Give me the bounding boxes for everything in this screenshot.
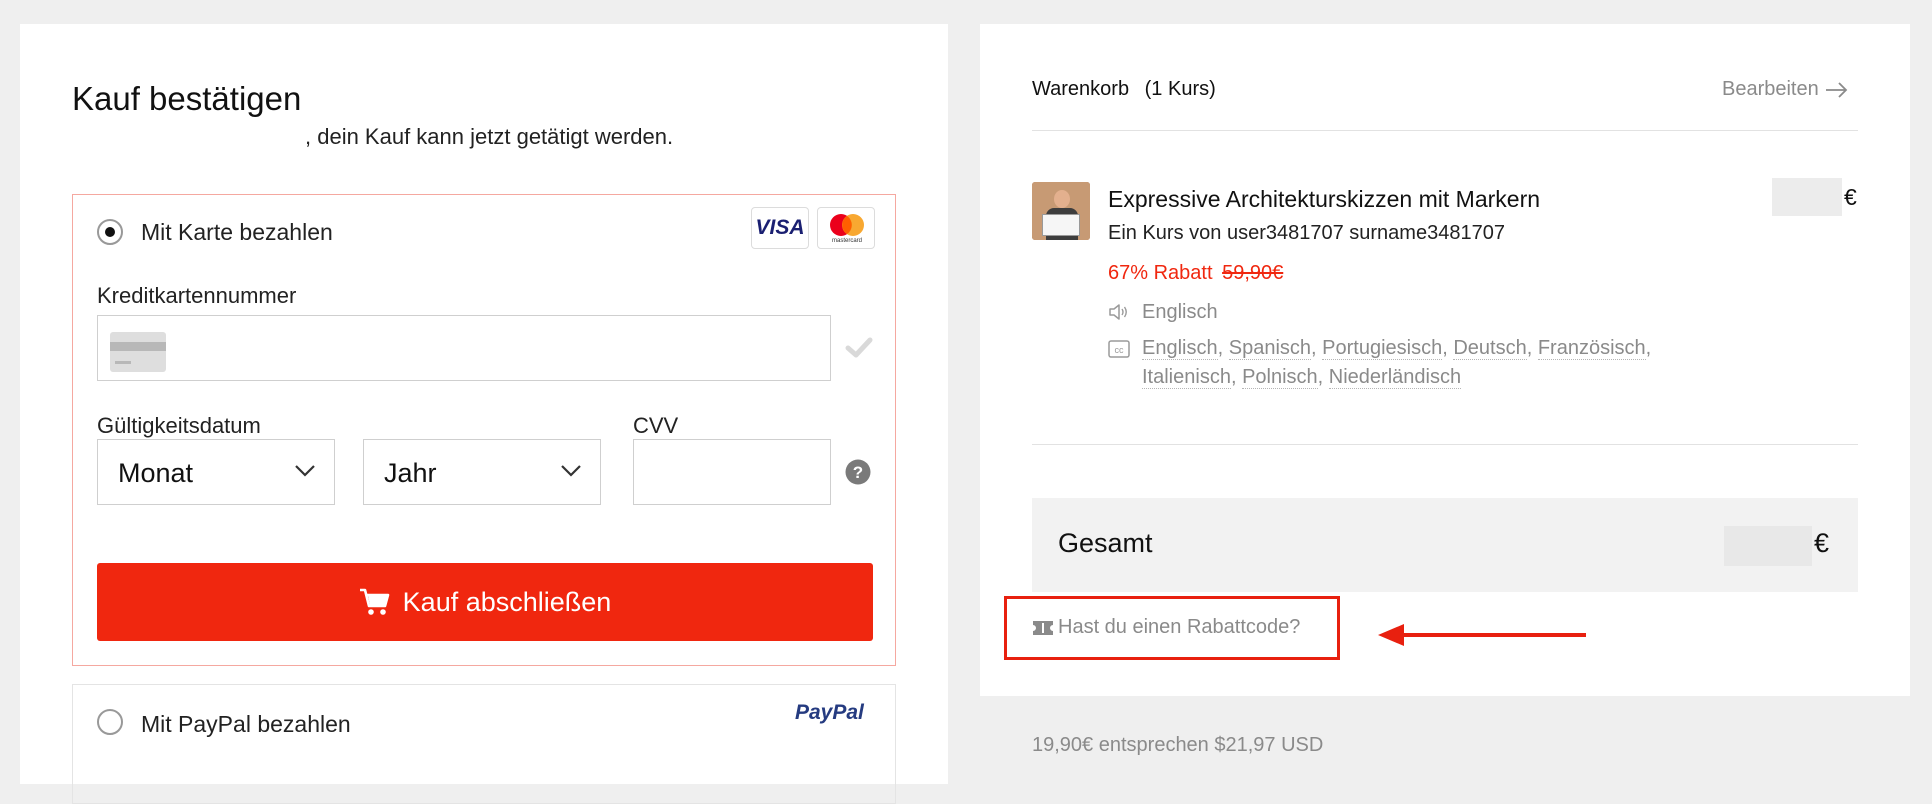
payment-panel: Kauf bestätigen , dein Kauf kann jetzt g… [20,24,948,804]
chevron-down-icon [295,465,315,477]
credit-card-icon [110,332,166,372]
check-icon [845,337,873,358]
page-title: Kauf bestätigen [72,80,302,117]
edit-cart-link[interactable]: Bearbeiten [1722,78,1849,101]
visa-logo-text: VISA [755,216,805,239]
mastercard-logo-text: mastercard [831,238,862,244]
visa-logo: VISA [751,207,809,249]
course-price-currency: € [1844,184,1857,210]
month-select[interactable]: Monat [97,439,335,505]
card-payment-section: Mit Karte bezahlen VISA mastercard Kredi… [72,194,896,666]
subtitle-language-link[interactable]: Niederländisch [1328,366,1462,389]
cart-count: (1 Kurs) [1144,78,1216,100]
subtitle-language-link[interactable]: Englisch [1142,337,1218,360]
course-author: Ein Kurs von user3481707 surname3481707 [1108,222,1505,244]
total-bar: Gesamt € [1032,498,1858,592]
ticket-icon [1033,621,1053,635]
divider [1032,130,1858,131]
month-select-value: Monat [118,458,194,488]
discount-info: 67% Rabatt 59,90€ [1108,262,1283,285]
paypal-payment-section[interactable]: Mit PayPal bezahlen PayPal [72,684,896,804]
course-price-value [1772,178,1842,216]
card-option-label: Mit Karte bezahlen [141,219,333,245]
course-name[interactable]: Expressive Architekturskizzen mit Marker… [1108,186,1540,213]
cvv-label: CVV [633,413,679,438]
edit-cart-label: Bearbeiten [1722,78,1819,100]
subtitle-language-link[interactable]: Italienisch [1142,366,1231,389]
paypal-option-label: Mit PayPal bezahlen [141,711,351,737]
cc-icon: cc [1108,340,1130,358]
discount-label: 67% Rabatt [1108,262,1213,284]
card-number-input[interactable] [97,315,831,381]
total-currency: € [1814,528,1830,558]
subtitle-languages: Englisch, Spanisch, Portugiesisch, Deuts… [1142,337,1652,389]
page-subtitle: , dein Kauf kann jetzt getätigt werden. [305,124,674,149]
chevron-down-icon [561,465,581,477]
audio-language: Englisch [1142,301,1218,323]
cart-icon [359,588,389,615]
subtitle-language-link[interactable]: Deutsch [1453,337,1527,360]
mastercard-logo: mastercard [817,207,875,249]
subtitle-language-link[interactable]: Französisch [1537,337,1646,360]
svg-text:?: ? [853,463,863,482]
coupon-link[interactable]: Hast du einen Rabattcode? [1058,616,1300,639]
subtitle-language-link[interactable]: Portugiesisch [1322,337,1443,360]
paypal-logo: PayPal [795,701,864,724]
svg-text:cc: cc [1115,345,1125,355]
annotation-arrow [1378,624,1586,646]
cart-title: Warenkorb [1032,78,1130,100]
subtitle-language-link[interactable]: Spanisch [1228,337,1312,360]
subtitle-language-link[interactable]: Polnisch [1242,366,1318,389]
course-thumbnail[interactable] [1032,182,1090,240]
cart-panel: Warenkorb (1 Kurs) Bearbeiten Expressive… [980,24,1910,696]
card-radio[interactable] [97,219,123,245]
complete-purchase-button[interactable]: Kauf abschließen [97,563,873,641]
paypal-radio[interactable] [97,709,123,735]
expiry-label: Gültigkeitsdatum [97,413,261,438]
cart-header: Warenkorb (1 Kurs) [1032,78,1216,101]
total-value [1724,526,1812,566]
help-icon[interactable]: ? [845,459,871,485]
arrow-right-icon [1825,81,1848,98]
card-number-label: Kreditkartennummer [97,283,297,308]
year-select[interactable]: Jahr [363,439,601,505]
year-select-value: Jahr [384,458,437,488]
speaker-icon [1109,304,1127,320]
complete-purchase-label: Kauf abschließen [402,586,612,617]
divider [1032,444,1858,445]
old-price: 59,90€ [1222,262,1284,284]
cvv-input[interactable] [633,439,831,505]
total-label: Gesamt [1058,528,1153,558]
